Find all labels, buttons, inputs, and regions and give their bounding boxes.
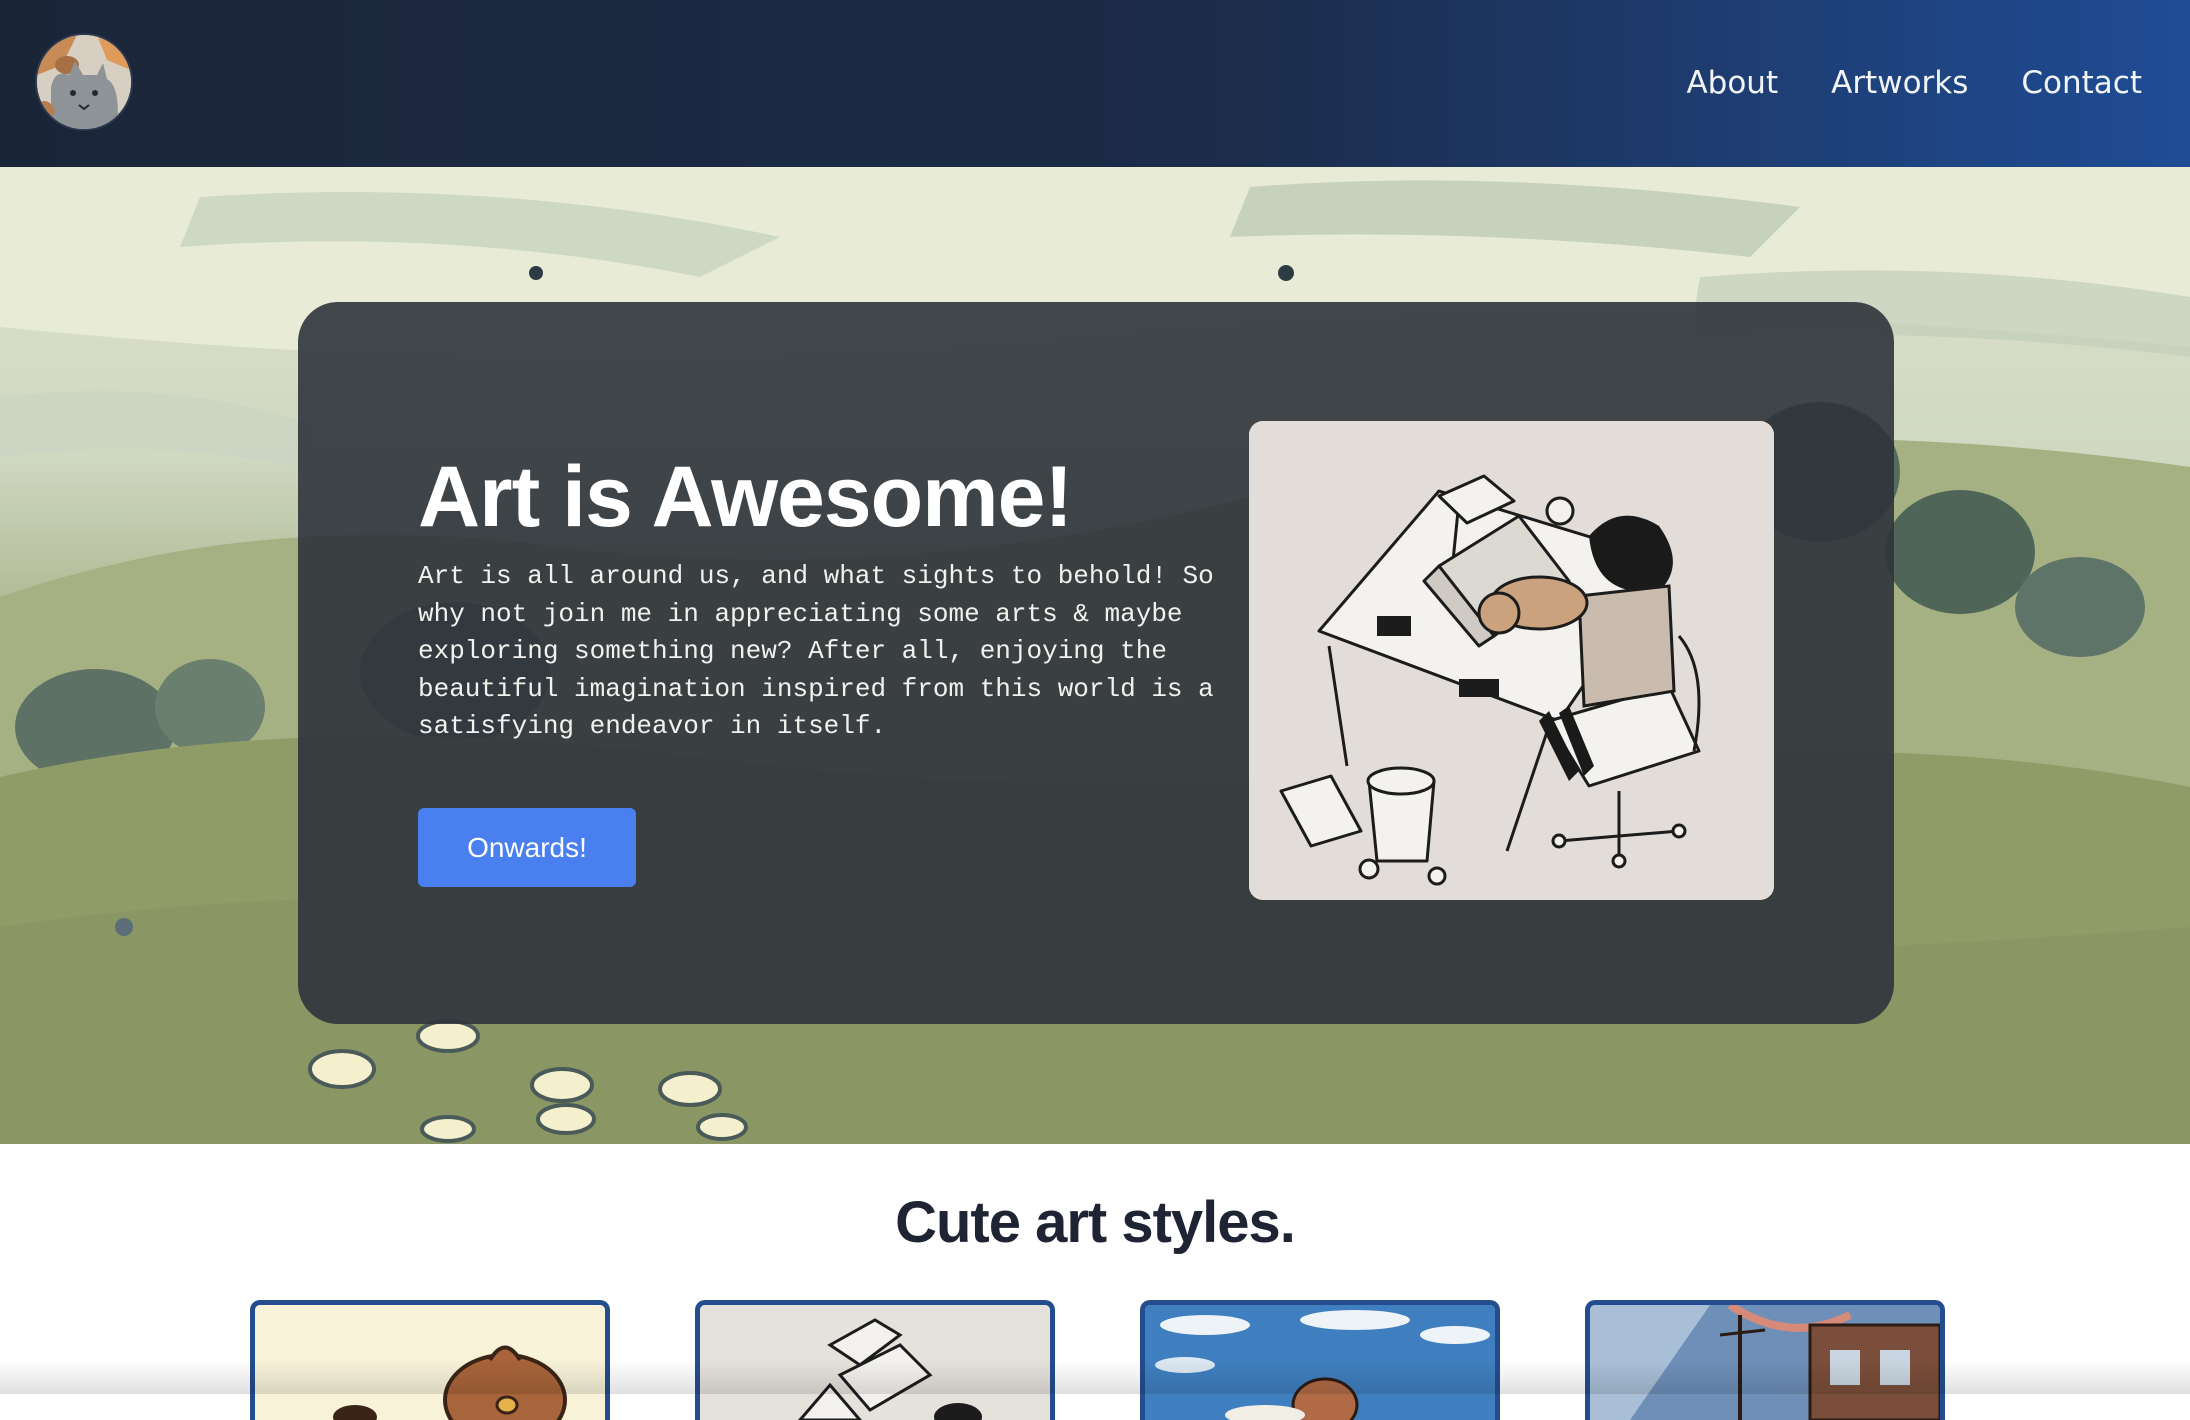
hero-title: Art is Awesome!	[418, 449, 1073, 545]
brown-bird-artwork	[255, 1305, 605, 1420]
gallery-item[interactable]	[250, 1300, 610, 1420]
hero-card: Art is Awesome! Art is all around us, an…	[298, 302, 1894, 1024]
navbar: About Artworks Contact	[0, 0, 2190, 167]
nav-link-artworks[interactable]: Artworks	[1831, 58, 1968, 108]
nav-link-contact[interactable]: Contact	[2021, 58, 2142, 108]
gallery-item[interactable]	[1140, 1300, 1500, 1420]
nav-link-about[interactable]: About	[1686, 58, 1778, 108]
section-title: Cute art styles.	[895, 1190, 1296, 1255]
artist-at-desk-illustration	[1249, 421, 1774, 900]
hero-description: Art is all around us, and what sights to…	[418, 561, 1214, 741]
nav-menu: About Artworks Contact	[1686, 58, 2142, 108]
gallery-item[interactable]	[695, 1300, 1055, 1420]
hero-section: Art is Awesome! Art is all around us, an…	[0, 167, 2190, 1144]
cat-avatar-icon	[37, 35, 131, 129]
onwards-button[interactable]: Onwards!	[418, 808, 636, 887]
sky-creature-artwork	[1145, 1305, 1495, 1420]
gallery-item[interactable]	[1585, 1300, 1945, 1420]
city-street-artwork	[1590, 1305, 1940, 1420]
hero-illustration	[1249, 421, 1774, 900]
desk-sketch-artwork	[700, 1305, 1050, 1420]
logo-avatar[interactable]	[35, 33, 133, 131]
